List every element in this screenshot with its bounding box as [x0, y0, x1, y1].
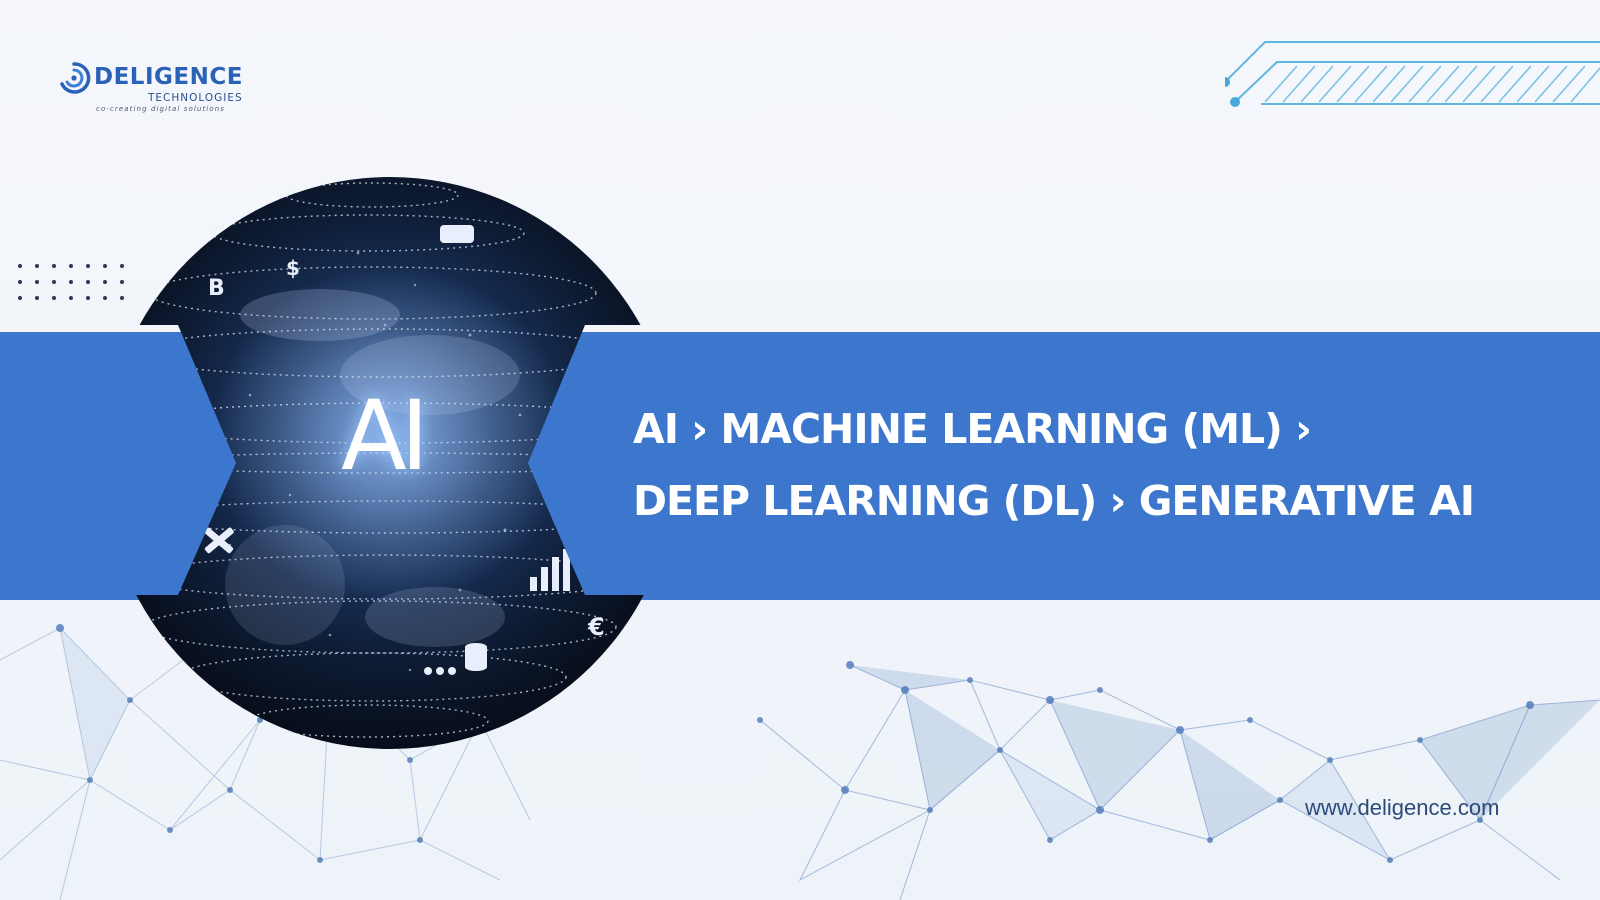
headline: AI › MACHINE LEARNING (ML) › DEEP LEARNI… [633, 393, 1583, 537]
company-logo[interactable]: DELIGENCE TECHNOLOGIES co-creating digit… [56, 58, 256, 118]
ai-globe-graphic: B $ € AI [130, 177, 650, 749]
bitcoin-icon: B [208, 276, 225, 301]
headline-line-2: DEEP LEARNING (DL) › GENERATIVE AI [633, 477, 1475, 525]
logo-name: DELIGENCE [94, 64, 243, 90]
logo-tagline: co-creating digital solutions [96, 105, 226, 113]
money-bag-icon: $ [286, 256, 300, 280]
circuit-decoration-icon [1225, 41, 1600, 107]
euro-icon: € [587, 613, 605, 641]
headline-line-1: AI › MACHINE LEARNING (ML) › [633, 405, 1312, 453]
people-icon [424, 667, 456, 675]
logo-swirl-icon [60, 62, 91, 94]
database-icon [465, 643, 487, 671]
website-link[interactable]: www.deligence.com [1305, 795, 1499, 821]
globe-ai-label: AI [341, 380, 423, 492]
logo-subtitle: TECHNOLOGIES [148, 92, 243, 104]
car-charging-icon [440, 225, 474, 243]
